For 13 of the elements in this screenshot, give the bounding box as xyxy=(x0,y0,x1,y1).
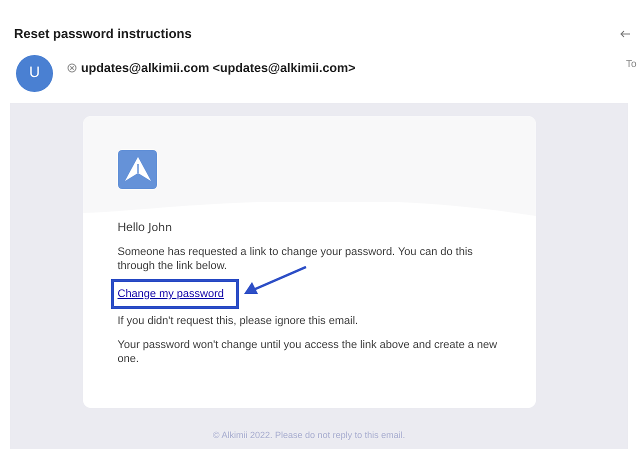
footer-text: © Alkimii 2022. Please do not reply to this email. xyxy=(212,429,406,442)
change-password-link[interactable]: Change my password xyxy=(118,287,224,301)
pointer-arrow xyxy=(242,266,306,296)
to-label: To xyxy=(626,58,638,72)
logo-icon xyxy=(118,150,156,189)
sender-avatar: U xyxy=(16,55,53,92)
remove-icon[interactable] xyxy=(67,63,77,74)
greeting: Hello John xyxy=(118,220,174,235)
reply-icon[interactable] xyxy=(620,30,630,38)
sender-address: updates@alkimii.com <updates@alkimii.com> xyxy=(81,60,356,77)
email-subject: Reset password instructions xyxy=(14,25,192,44)
note-text: Your password won't change until you access the link above and create a new one. xyxy=(118,338,498,366)
ignore-text: If you didn't request this, please ignore this email. xyxy=(118,314,360,328)
